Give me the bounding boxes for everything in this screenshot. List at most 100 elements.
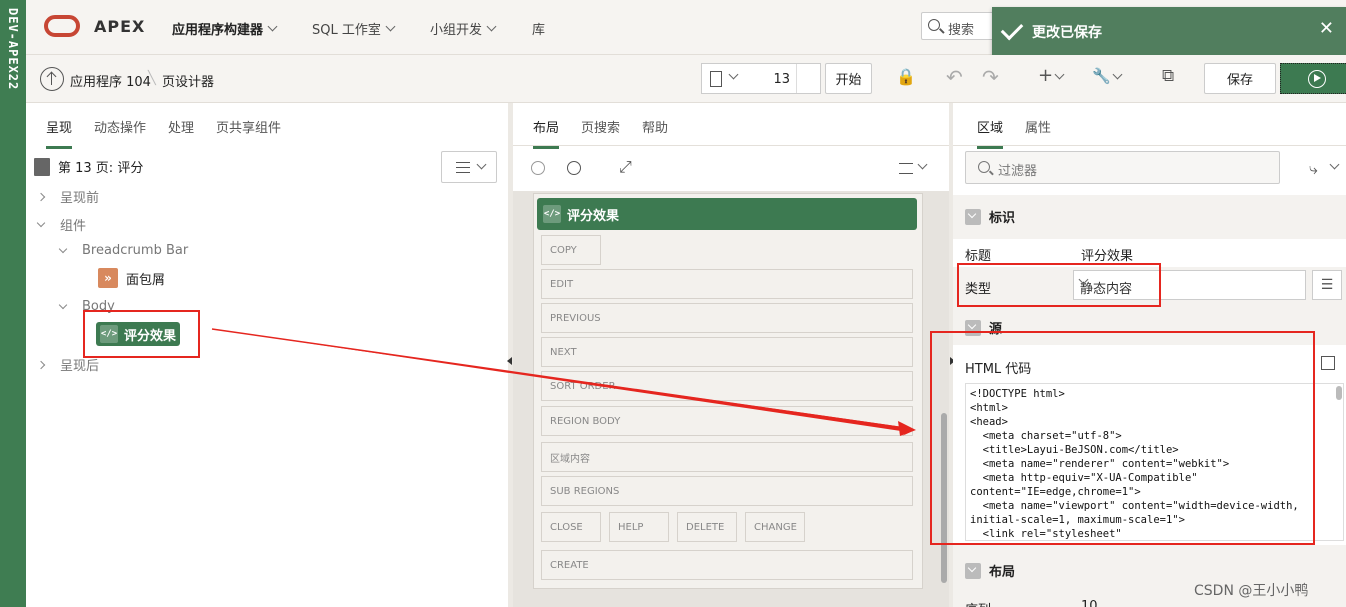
slot-edit[interactable]: EDIT: [541, 269, 913, 299]
title-field[interactable]: 评分效果: [1081, 245, 1133, 264]
collapse-left-icon[interactable]: [507, 357, 512, 365]
code-scrollbar[interactable]: [1334, 384, 1342, 540]
tab-layout[interactable]: 布局: [533, 103, 560, 149]
search-input[interactable]: 搜索: [921, 12, 996, 40]
expand-editor-icon[interactable]: [1321, 356, 1335, 370]
wrench-icon[interactable]: 🔧: [1092, 67, 1111, 85]
tab-region[interactable]: 区域: [977, 103, 1004, 149]
chevron-down-icon[interactable]: [917, 159, 928, 170]
code-icon: </>: [543, 205, 561, 223]
html-code-label: HTML 代码: [965, 362, 1032, 377]
tree-body[interactable]: Body: [58, 299, 115, 314]
slot-close[interactable]: CLOSE: [541, 512, 601, 542]
tree-before-rendering[interactable]: 呈现前: [36, 187, 100, 206]
slot-help[interactable]: HELP: [609, 512, 669, 542]
tab-processing[interactable]: 处理: [168, 103, 194, 145]
left-tabs: 呈现 动态操作 处理 页共享组件: [46, 103, 303, 149]
layout-region-header[interactable]: </> 评分效果: [537, 198, 917, 230]
tree-components[interactable]: 组件: [36, 215, 87, 234]
section-identification[interactable]: 标识: [965, 207, 1015, 226]
slot-next[interactable]: NEXT: [541, 337, 913, 367]
page-number-value: 13: [773, 72, 790, 87]
slot-create[interactable]: CREATE: [541, 550, 913, 580]
lock-icon[interactable]: 🔒: [896, 67, 916, 86]
slot-change[interactable]: CHANGE: [745, 512, 805, 542]
breadcrumb-app[interactable]: 应用程序 104: [70, 71, 151, 90]
undo-icon[interactable]: ↶: [946, 65, 963, 89]
tree-label: 呈现前: [60, 191, 100, 206]
run-button[interactable]: [1280, 63, 1346, 94]
chevron-down-icon[interactable]: [728, 69, 739, 80]
slot-sub-regions[interactable]: SUB REGIONS: [541, 476, 913, 506]
search-icon: [928, 19, 940, 31]
shared-components-icon[interactable]: ⧉: [1162, 66, 1174, 86]
page-number-input[interactable]: 13: [701, 63, 821, 94]
expand-icon[interactable]: ⤢: [619, 157, 632, 177]
slot-previous[interactable]: PREVIOUS: [541, 303, 913, 333]
property-editor-panel: 区域 属性 过滤器 ⤷ 标识 标题 评分效果 类型 静态内容 ☰ 源 HTML …: [953, 103, 1346, 607]
menu-team-development[interactable]: 小组开发: [430, 19, 497, 38]
redo-icon[interactable]: ↷: [982, 65, 999, 89]
chevron-down-icon: [965, 562, 981, 579]
go-button[interactable]: 开始: [825, 63, 872, 94]
tree-label: 组件: [60, 219, 87, 234]
layout-scrollbar[interactable]: [941, 413, 947, 583]
layout-panel: 布局 页搜索 帮助 ⤢ </> 评分效果 COPY EDIT PREVIOUS …: [513, 103, 949, 607]
sequence-field[interactable]: 10: [1081, 599, 1098, 607]
chevron-down-icon[interactable]: [1112, 69, 1123, 80]
tree-label: 评分效果: [124, 328, 177, 344]
list-icon[interactable]: ☰: [1312, 270, 1342, 300]
slot-region-content[interactable]: 区域内容: [541, 442, 913, 472]
go-to-group-icon[interactable]: ⤷: [1309, 159, 1318, 179]
tab-rendering[interactable]: 呈现: [46, 103, 73, 149]
menu-icon[interactable]: [899, 163, 913, 174]
menu-sql-workshop[interactable]: SQL 工作室: [312, 19, 396, 38]
menu-app-builder[interactable]: 应用程序构建器: [172, 19, 278, 38]
tab-attributes[interactable]: 属性: [1025, 103, 1051, 145]
type-label: 类型: [965, 282, 992, 297]
tree-region-selected[interactable]: </> 评分效果: [96, 322, 180, 346]
oracle-logo-icon[interactable]: [44, 15, 80, 37]
success-toast: 更改已保存 ✕: [992, 7, 1346, 55]
tree-breadcrumb-region[interactable]: » 面包屑: [98, 268, 165, 288]
close-icon[interactable]: ✕: [1319, 18, 1334, 39]
tree-menu-button[interactable]: [441, 151, 497, 183]
chevron-down-icon[interactable]: [1054, 69, 1065, 80]
page-number-stepper[interactable]: [796, 64, 820, 93]
zoom-out-icon[interactable]: [531, 161, 545, 175]
middle-tabs: 布局 页搜索 帮助: [533, 103, 690, 149]
chevron-right-icon: [36, 192, 46, 201]
title-label: 标题: [965, 249, 992, 264]
tab-dynamic-actions[interactable]: 动态操作: [94, 103, 146, 145]
slot-delete[interactable]: DELETE: [677, 512, 737, 542]
filter-placeholder: 过滤器: [998, 164, 1038, 179]
chevron-down-icon: [58, 244, 68, 254]
type-select[interactable]: 静态内容: [1073, 270, 1306, 300]
apex-brand[interactable]: APEX: [94, 17, 145, 36]
slot-sort-order[interactable]: SORT ORDER: [541, 371, 913, 401]
slot-region-body[interactable]: REGION BODY: [541, 406, 913, 436]
tree-after-rendering[interactable]: 呈现后: [36, 355, 99, 374]
tab-divider: [513, 145, 949, 146]
tree-page-node[interactable]: 第 13 页: 评分: [34, 157, 143, 176]
slot-copy[interactable]: COPY: [541, 235, 601, 265]
section-layout[interactable]: 布局: [965, 561, 1015, 580]
search-icon: [978, 161, 990, 173]
tab-help[interactable]: 帮助: [642, 103, 668, 145]
menu-gallery[interactable]: 库: [532, 19, 545, 38]
tab-page-search[interactable]: 页搜索: [581, 103, 620, 145]
section-source[interactable]: 源: [965, 318, 1002, 337]
save-button[interactable]: 保存: [1204, 63, 1276, 94]
zoom-in-icon[interactable]: [567, 161, 581, 175]
add-icon[interactable]: +: [1038, 65, 1053, 86]
tree-breadcrumb-bar[interactable]: Breadcrumb Bar: [58, 243, 188, 258]
chevron-down-icon[interactable]: [1329, 159, 1340, 170]
menu-label: 小组开发: [430, 23, 483, 38]
environment-label: DEV-APEX22: [6, 8, 20, 91]
section-title: 标识: [989, 211, 1016, 226]
filter-input[interactable]: 过滤器: [965, 151, 1280, 184]
html-code-editor[interactable]: <!DOCTYPE html> <html> <head> <meta char…: [965, 383, 1344, 541]
arrow-up-icon[interactable]: [40, 67, 64, 91]
tab-page-shared-components[interactable]: 页共享组件: [216, 103, 281, 145]
chevron-down-icon: [58, 300, 68, 310]
